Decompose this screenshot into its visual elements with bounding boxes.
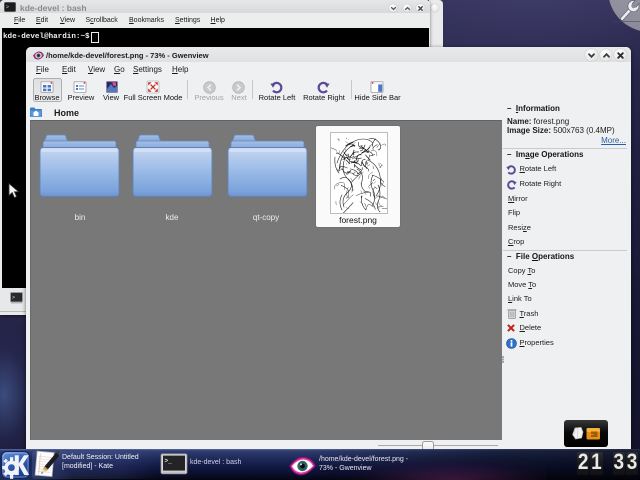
svg-text:>_: >_ (165, 457, 173, 464)
svg-text:>: > (6, 4, 9, 10)
svg-text:>: > (12, 295, 15, 301)
